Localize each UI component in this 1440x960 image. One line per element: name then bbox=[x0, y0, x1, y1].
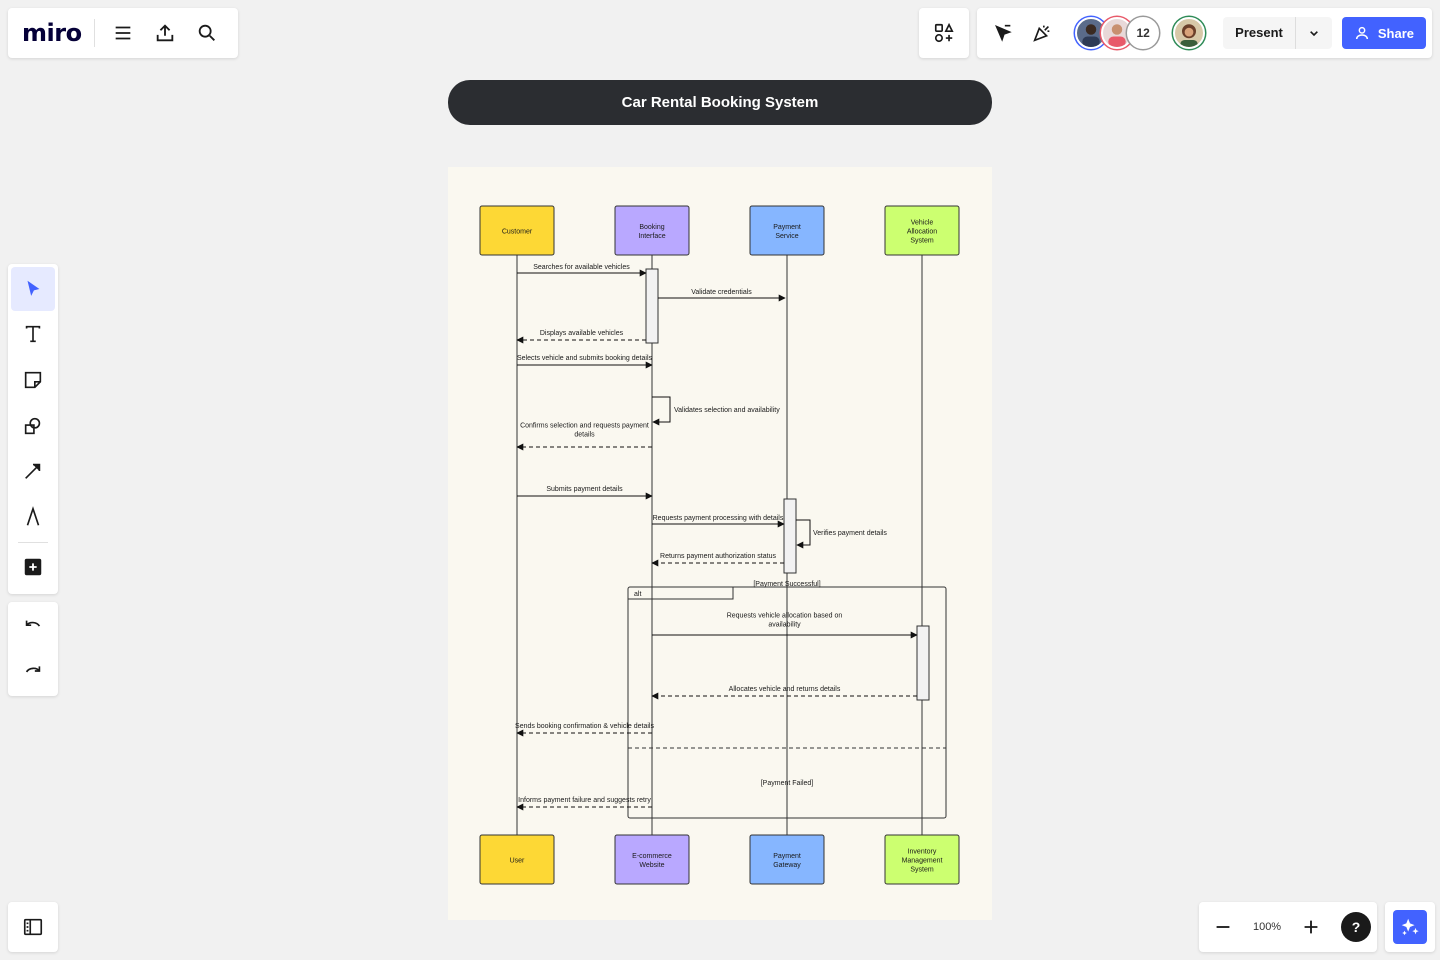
hamburger-menu-icon[interactable] bbox=[105, 15, 141, 51]
message-label-4: Confirms selection and requests payment d… bbox=[520, 423, 649, 439]
self-message-validate bbox=[652, 396, 671, 426]
message-label-8: Requests vehicle allocation based on avai… bbox=[727, 613, 843, 629]
undo-icon[interactable] bbox=[15, 609, 51, 645]
message-label-0: Searches for available vehicles bbox=[533, 264, 630, 271]
sequence-diagram: alt [Payment Successful] [Payment Failed] S… bbox=[479, 205, 960, 885]
text-icon[interactable] bbox=[11, 312, 55, 356]
self-message-label-verify: Verifies payment details bbox=[813, 530, 887, 537]
zoom-out-icon[interactable] bbox=[1205, 909, 1241, 945]
participant-top-label-3: Vehicle Allocation System bbox=[907, 220, 937, 245]
toolbar-divider bbox=[18, 541, 48, 543]
self-message-label-validate: Validates selection and availability bbox=[674, 407, 780, 414]
share-label: Share bbox=[1377, 25, 1414, 41]
participant-bottom-label-0: User bbox=[510, 858, 525, 865]
participant-top-label-0: Customer bbox=[502, 229, 533, 236]
apps-icon[interactable] bbox=[926, 15, 962, 51]
zoom-in-icon[interactable] bbox=[1293, 909, 1329, 945]
arrow-line-icon[interactable] bbox=[11, 449, 55, 493]
zoom-controls: 100% ? bbox=[1199, 902, 1377, 952]
activation-bar-0 bbox=[645, 268, 659, 344]
zoom-level[interactable]: 100% bbox=[1253, 921, 1281, 933]
message-label-9: Allocates vehicle and returns details bbox=[729, 686, 841, 693]
guard-failed: [Payment Failed] bbox=[761, 780, 814, 787]
select-arrow-icon[interactable] bbox=[11, 266, 55, 311]
pen-icon[interactable] bbox=[11, 495, 55, 539]
self-message-verify bbox=[796, 519, 811, 549]
apps-panel bbox=[919, 8, 969, 58]
message-label-2: Displays available vehicles bbox=[540, 330, 624, 337]
message-label-6: Requests payment processing with details bbox=[653, 515, 784, 522]
message-label-3: Selects vehicle and submits booking deta… bbox=[517, 355, 653, 362]
upload-icon[interactable] bbox=[147, 15, 183, 51]
activation-bar-1 bbox=[783, 498, 797, 574]
share-button[interactable]: Share bbox=[1341, 17, 1426, 49]
alt-operator-label: alt bbox=[634, 591, 641, 598]
frames-panel-icon[interactable] bbox=[15, 909, 51, 945]
miro-logo[interactable]: miro bbox=[22, 19, 95, 47]
search-icon[interactable] bbox=[189, 15, 225, 51]
cursor-icon[interactable] bbox=[985, 15, 1020, 51]
activation-bar-2 bbox=[916, 625, 930, 701]
sticky-note-icon[interactable] bbox=[11, 358, 55, 402]
redo-icon[interactable] bbox=[15, 653, 51, 689]
top-left-toolbar: miro bbox=[8, 8, 238, 58]
collaborator-avatars[interactable]: 12 bbox=[1075, 17, 1206, 49]
alt-operator-box bbox=[628, 587, 734, 600]
shapes-icon[interactable] bbox=[11, 404, 55, 448]
present-button[interactable]: Present bbox=[1223, 17, 1296, 49]
chevron-down-icon[interactable] bbox=[1296, 17, 1332, 49]
avatar[interactable] bbox=[1173, 17, 1206, 49]
help-button[interactable]: ? bbox=[1341, 912, 1371, 942]
message-label-10: Sends booking confirmation & vehicle det… bbox=[515, 723, 654, 730]
collaborator-count-badge[interactable]: 12 bbox=[1127, 17, 1160, 49]
present-control: Present bbox=[1223, 17, 1332, 49]
diagram-frame[interactable]: alt [Payment Successful] [Payment Failed] S… bbox=[448, 167, 992, 920]
message-label-7: Returns payment authorization status bbox=[660, 553, 776, 560]
collaboration-toolbar: 12 Present Share bbox=[977, 8, 1432, 58]
board-title[interactable]: Car Rental Booking System bbox=[448, 80, 992, 125]
add-icon[interactable] bbox=[11, 545, 55, 589]
frames-panel bbox=[8, 902, 58, 952]
ai-sparkle-icon[interactable] bbox=[1393, 910, 1427, 944]
ai-panel bbox=[1385, 902, 1435, 952]
message-label-5: Submits payment details bbox=[546, 486, 623, 493]
user-icon bbox=[1355, 26, 1368, 40]
history-toolbar bbox=[8, 602, 58, 696]
message-label-11: Informs payment failure and suggests ret… bbox=[518, 797, 651, 804]
party-popper-icon[interactable] bbox=[1024, 15, 1059, 51]
message-label-1: Validate credentials bbox=[691, 289, 752, 296]
guard-success: [Payment Successful] bbox=[753, 581, 820, 588]
creation-toolbar bbox=[8, 264, 58, 594]
